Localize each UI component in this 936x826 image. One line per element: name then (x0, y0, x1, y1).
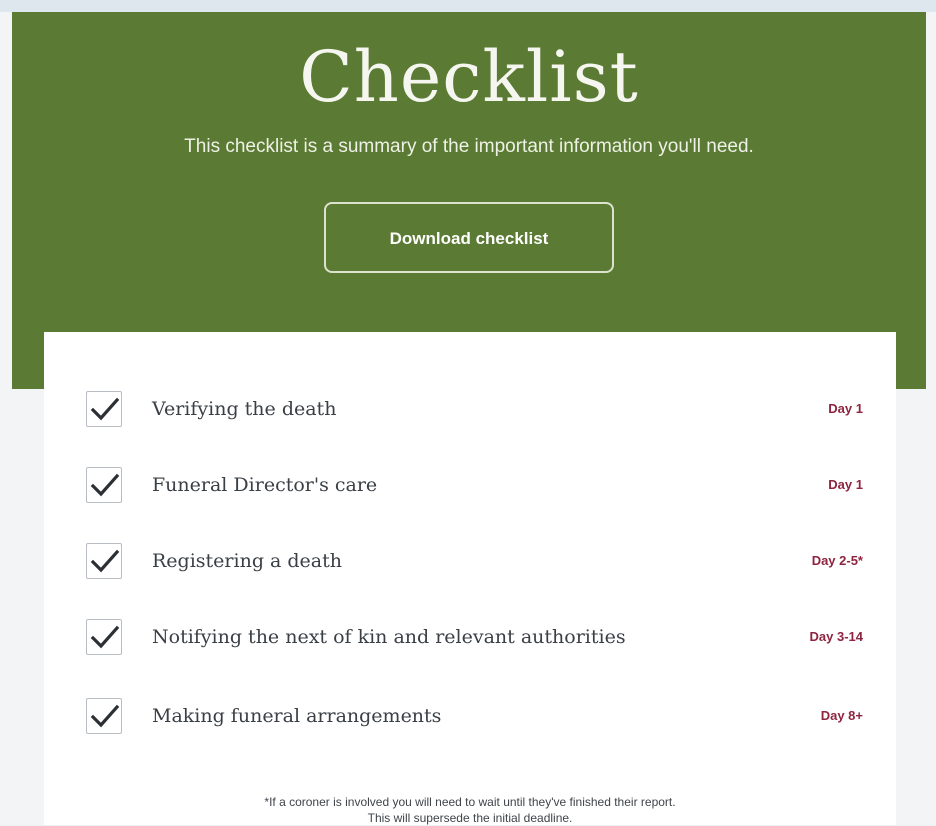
checklist-item-day: Day 8+ (820, 708, 863, 723)
checklist-item-making-funeral-arrangements: Making funeral arrangements Day 8+ (44, 694, 896, 738)
checklist-item-registering-death: Registering a death Day 2-5* (44, 539, 896, 583)
check-icon (90, 625, 120, 649)
coroner-footnote: *If a coroner is involved you will need … (44, 794, 896, 826)
checklist-item-day: Day 3-14 (809, 629, 863, 644)
checklist-item-verifying-death: Verifying the death Day 1 (44, 387, 896, 431)
checkbox[interactable] (86, 698, 122, 734)
checklist-item-label: Funeral Director's care (152, 474, 378, 496)
top-strip (0, 0, 936, 12)
download-checklist-button[interactable]: Download checklist (324, 202, 614, 273)
checklist-item-label: Notifying the next of kin and relevant a… (152, 626, 626, 648)
checklist-item-label: Registering a death (152, 550, 342, 572)
page-title: Checklist (299, 36, 639, 118)
footnote-line-2: This will supersede the initial deadline… (367, 811, 573, 825)
checklist-item-day: Day 2-5* (811, 553, 863, 568)
checkbox[interactable] (86, 467, 122, 503)
page: Checklist This checklist is a summary of… (0, 0, 936, 825)
checklist-item-label: Making funeral arrangements (152, 705, 442, 727)
checklist-item-notifying-next-of-kin: Notifying the next of kin and relevant a… (44, 615, 896, 659)
checklist-item-funeral-directors-care: Funeral Director's care Day 1 (44, 463, 896, 507)
checkbox[interactable] (86, 391, 122, 427)
checkbox[interactable] (86, 543, 122, 579)
checklist-item-day: Day 1 (828, 401, 863, 416)
checklist-item-label: Verifying the death (152, 398, 337, 420)
check-icon (90, 473, 120, 497)
check-icon (90, 549, 120, 573)
checklist-card: Verifying the death Day 1 Funeral Direct… (44, 332, 896, 825)
footnote-line-1: *If a coroner is involved you will need … (264, 795, 676, 809)
checklist-item-day: Day 1 (828, 477, 863, 492)
check-icon (90, 704, 120, 728)
check-icon (90, 397, 120, 421)
page-subtitle: This checklist is a summary of the impor… (184, 136, 754, 157)
checkbox[interactable] (86, 619, 122, 655)
